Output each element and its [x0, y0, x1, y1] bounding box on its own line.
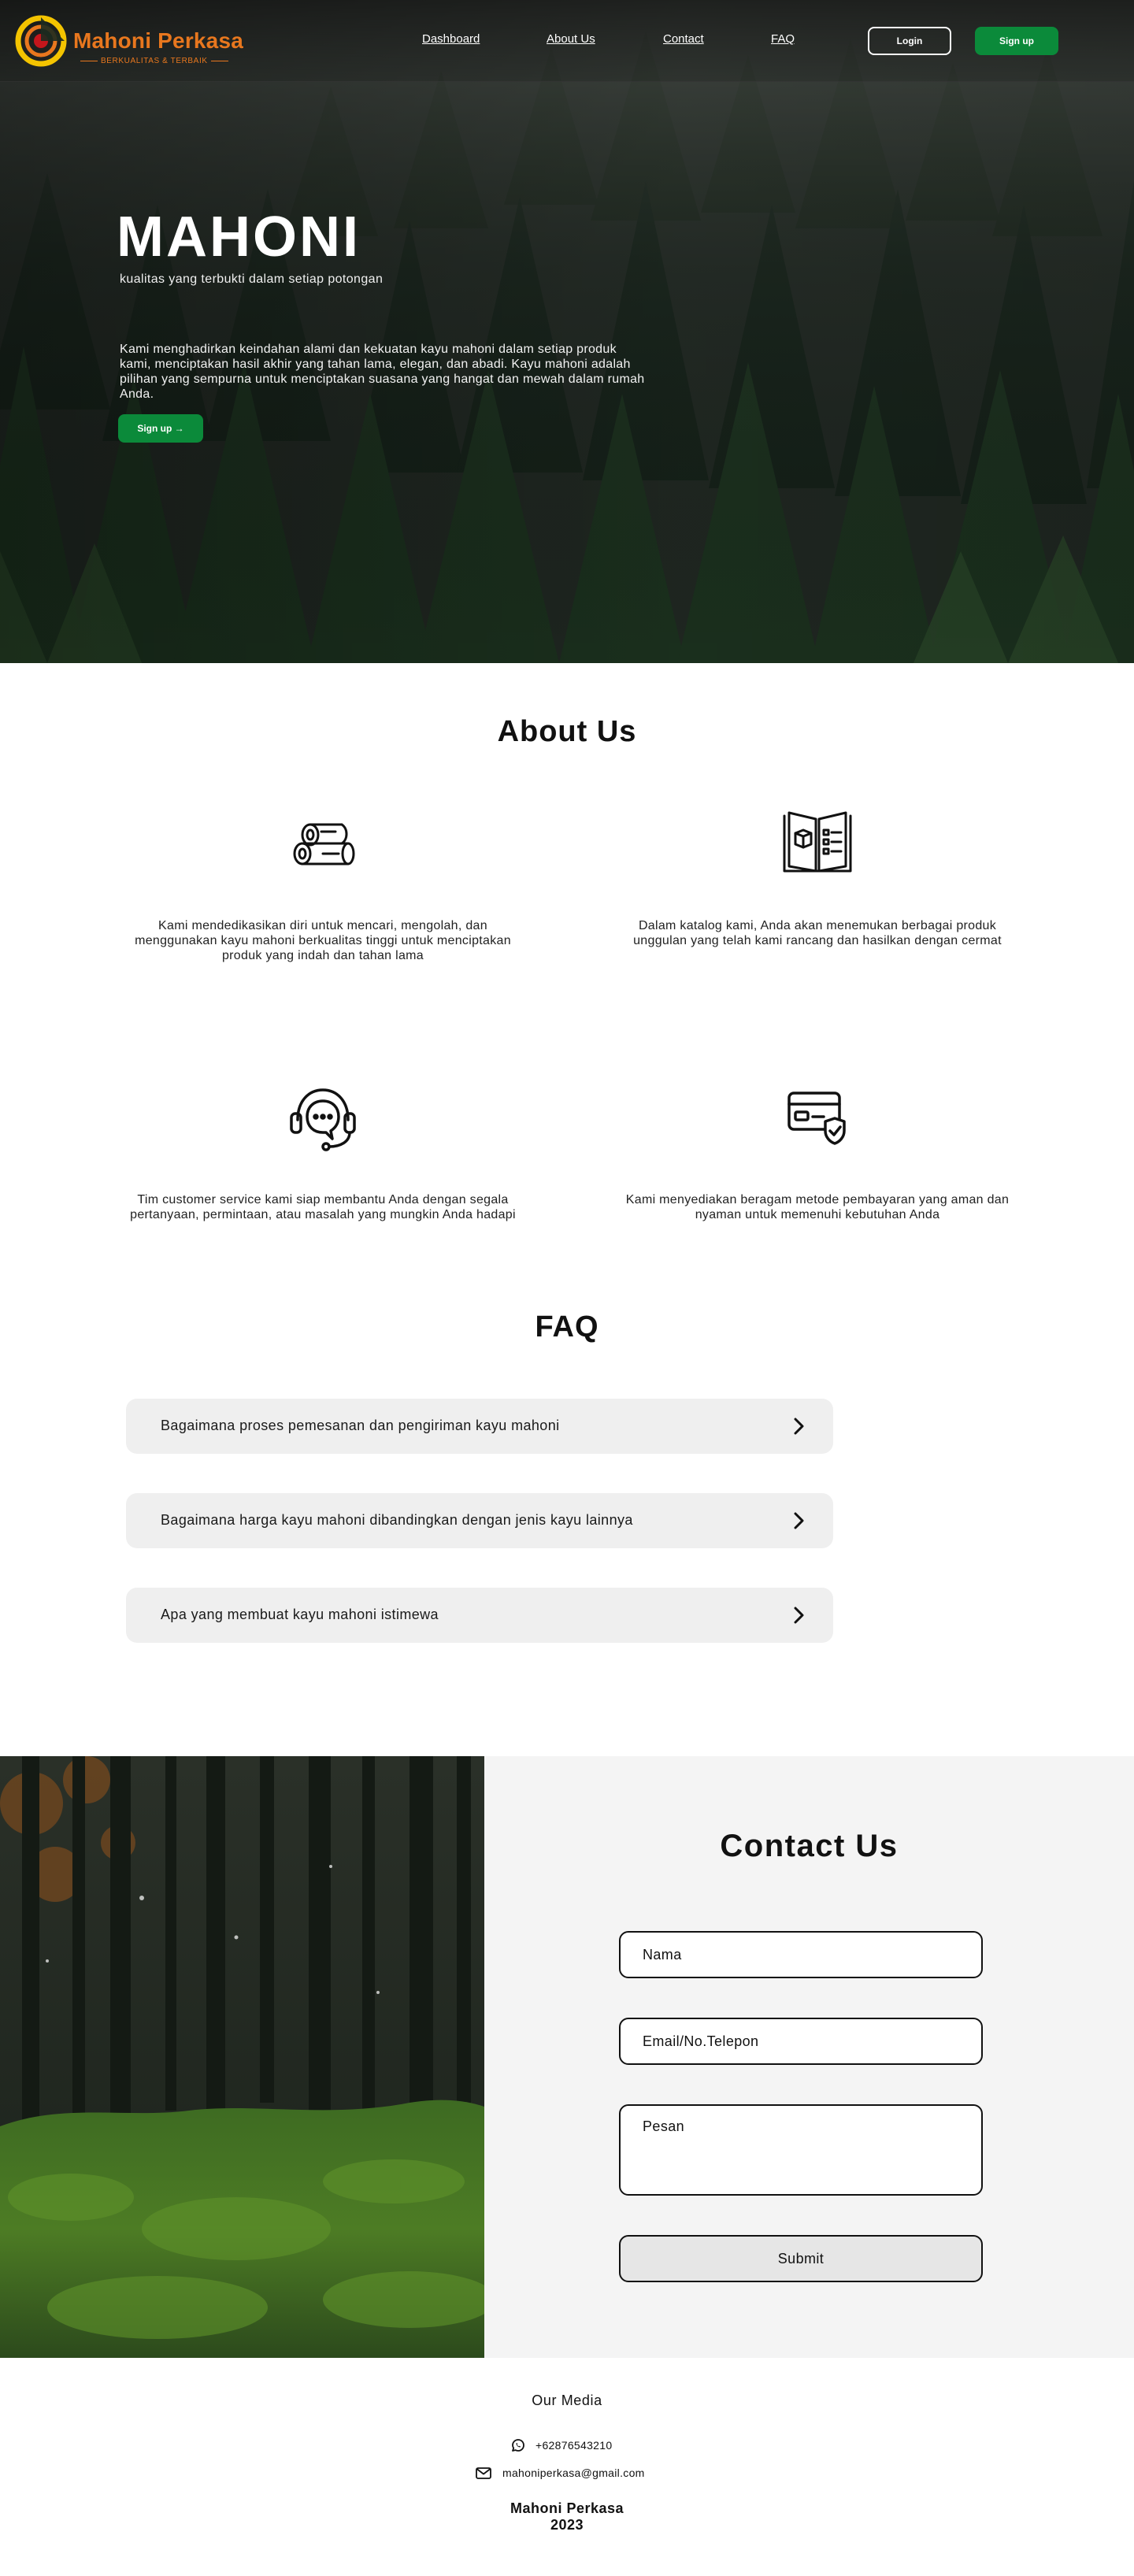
about-feature-wood: Kami mendedikasikan diri untuk mencari, … — [118, 808, 528, 963]
hero-signup-button[interactable]: Sign up → — [118, 414, 203, 443]
our-media-title: Our Media — [532, 2393, 602, 2408]
brand-name: Mahoni Perkasa — [73, 28, 243, 53]
hero-subtitle: kualitas yang terbukti dalam setiap poto… — [120, 272, 384, 286]
about-feature-catalog-text: Dalam katalog kami, Anda akan menemukan … — [633, 919, 1002, 947]
footer-email[interactable]: mahoniperkasa@gmail.com — [475, 2464, 664, 2481]
footer-brand: Mahoni Perkasa 2023 — [0, 2500, 1134, 2533]
email-address: mahoniperkasa@gmail.com — [502, 2467, 645, 2479]
contact-us-title: Contact Us — [720, 1829, 899, 1863]
about-us-title: About Us — [497, 715, 637, 748]
chevron-right-icon — [794, 1512, 804, 1529]
hero-section: Mahoni Perkasa BERKUALITAS & TERBAIK Das… — [0, 0, 1134, 663]
top-navbar: Mahoni Perkasa BERKUALITAS & TERBAIK Das… — [0, 0, 1134, 82]
about-feature-catalog: Dalam katalog kami, Anda akan menemukan … — [613, 808, 1022, 948]
footer: Our Media +62876543210 mahoniperkasa@gma… — [0, 2358, 1134, 2576]
hero-title: MAHONI — [117, 206, 361, 269]
login-button[interactable]: Login — [868, 27, 951, 55]
footer-year: 2023 — [550, 2517, 584, 2533]
whatsapp-icon — [512, 2439, 524, 2452]
chevron-right-icon — [794, 1418, 804, 1435]
faq-question: Bagaimana harga kayu mahoni dibandingkan… — [161, 1512, 633, 1528]
footer-phone[interactable]: +62876543210 — [510, 2437, 628, 2454]
contact-form-panel: Contact Us Submit — [484, 1756, 1134, 2358]
wood-logs-icon — [293, 823, 355, 865]
faq-item[interactable]: Bagaimana proses pemesanan dan pengirima… — [126, 1399, 833, 1454]
faq-item[interactable]: Bagaimana harga kayu mahoni dibandingkan… — [126, 1493, 833, 1548]
name-field[interactable] — [619, 1931, 983, 1978]
hero-overlay — [0, 0, 1134, 663]
hero-description: Kami menghadirkan keindahan alami dan ke… — [120, 343, 645, 401]
catalog-book-icon — [783, 811, 852, 873]
about-feature-support: Tim customer service kami siap membantu … — [118, 1082, 528, 1222]
submit-button[interactable]: Submit — [619, 2235, 983, 2282]
email-phone-field[interactable] — [619, 2018, 983, 2065]
faq-item[interactable]: Apa yang membuat kayu mahoni istimewa — [126, 1588, 833, 1643]
mahoni-logo-icon — [15, 15, 67, 67]
about-feature-payment: Kami menyediakan beragam metode pembayar… — [613, 1082, 1022, 1222]
message-field[interactable] — [619, 2104, 983, 2196]
faq-question: Bagaimana proses pemesanan dan pengirima… — [161, 1418, 560, 1433]
nav-contact[interactable]: Contact — [663, 32, 704, 46]
chevron-right-icon — [794, 1607, 804, 1624]
nav-dashboard[interactable]: Dashboard — [422, 32, 480, 46]
about-feature-support-text: Tim customer service kami siap membantu … — [130, 1193, 516, 1221]
mail-icon — [476, 2467, 491, 2479]
nav-about-us[interactable]: About Us — [547, 32, 595, 46]
brand-logo[interactable]: Mahoni Perkasa BERKUALITAS & TERBAIK — [14, 14, 250, 69]
footer-brand-name: Mahoni Perkasa — [510, 2500, 624, 2516]
signup-button[interactable]: Sign up — [975, 27, 1058, 55]
secure-payment-card-icon — [788, 1092, 846, 1145]
nav-faq[interactable]: FAQ — [771, 32, 795, 46]
about-feature-wood-text: Kami mendedikasikan diri untuk mencari, … — [135, 919, 511, 962]
phone-number: +62876543210 — [536, 2439, 613, 2452]
customer-service-headset-icon — [290, 1088, 356, 1151]
faq-title: FAQ — [535, 1310, 599, 1344]
forest-moss-image — [0, 1756, 484, 2358]
faq-question: Apa yang membuat kayu mahoni istimewa — [161, 1607, 439, 1622]
brand-tagline: BERKUALITAS & TERBAIK — [77, 57, 232, 65]
about-feature-payment-text: Kami menyediakan beragam metode pembayar… — [625, 1193, 1010, 1221]
